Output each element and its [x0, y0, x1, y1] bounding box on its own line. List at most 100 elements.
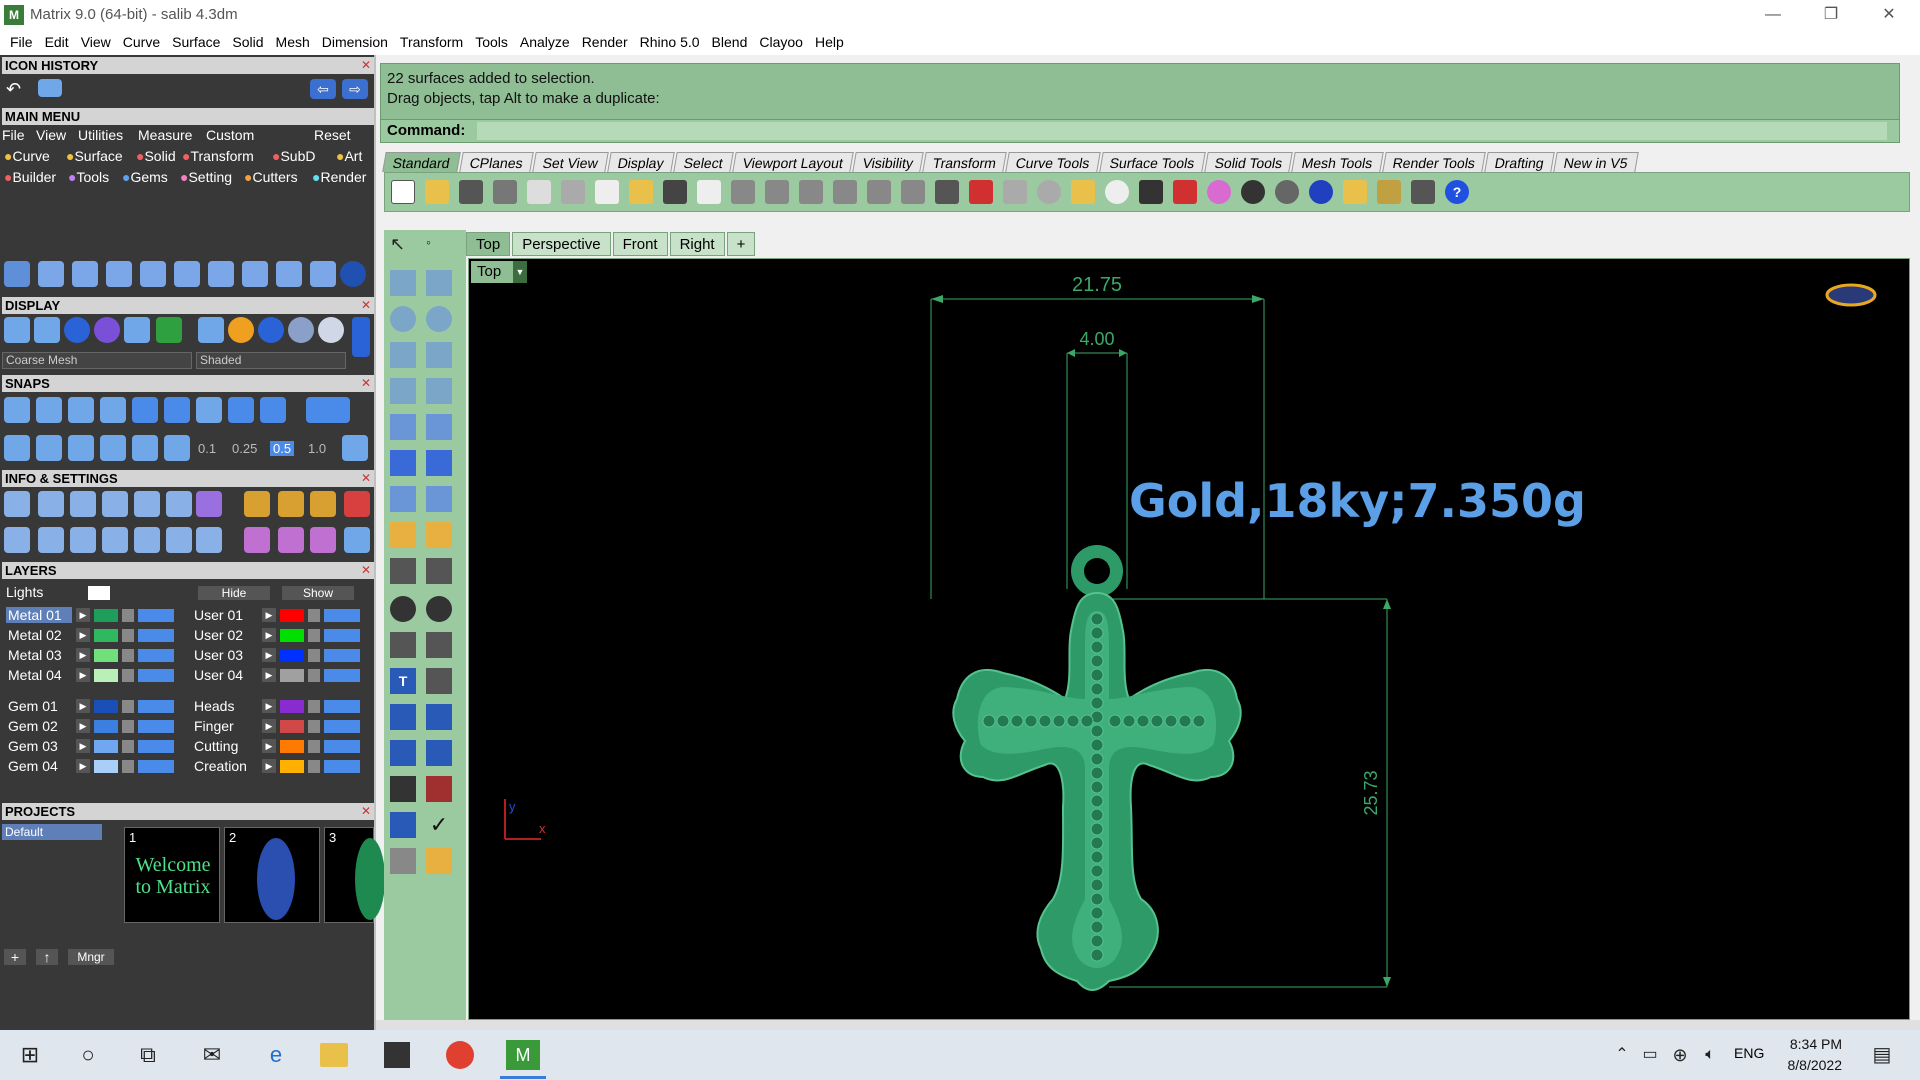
close-icon[interactable]: ✕ [361, 562, 371, 579]
undo-view-icon[interactable] [901, 180, 925, 204]
layer-color-swatch[interactable] [280, 609, 304, 622]
layer-color-swatch[interactable] [94, 740, 118, 753]
snap-quad-icon[interactable] [260, 397, 286, 423]
snap-mid-icon[interactable] [100, 397, 126, 423]
tab-curve-tools[interactable]: Curve Tools [1005, 152, 1101, 172]
ghosted-icon[interactable] [34, 317, 60, 343]
undo-icon[interactable]: ↶ [6, 79, 21, 100]
minimize-button[interactable]: — [1744, 0, 1802, 29]
menu-analyze[interactable]: Analyze [514, 34, 576, 50]
layer-color-swatch[interactable] [280, 649, 304, 662]
person-icon[interactable] [344, 527, 370, 553]
menu-transform[interactable]: Transform [394, 34, 469, 50]
chrome-icon[interactable] [446, 1041, 474, 1069]
orient-icon[interactable] [426, 704, 452, 730]
layer-color-swatch[interactable] [94, 720, 118, 733]
layer-color-swatch[interactable] [280, 740, 304, 753]
layer-visibility-toggle[interactable] [324, 760, 360, 773]
rotate-tool-icon[interactable] [174, 261, 200, 287]
mail-icon[interactable]: ✉ [196, 1039, 228, 1071]
tab-cplanes[interactable]: CPlanes [459, 152, 534, 172]
copy-icon[interactable] [595, 180, 619, 204]
layer-expand-icon[interactable]: ▶ [262, 668, 276, 682]
layer-visibility-toggle[interactable] [138, 669, 174, 682]
layer-expand-icon[interactable]: ▶ [76, 668, 90, 682]
vp-tab-add[interactable]: + [726, 232, 756, 256]
snap-point-icon[interactable] [68, 397, 94, 423]
mm-utilities[interactable]: Utilities [78, 127, 123, 143]
surface-corner-icon[interactable] [390, 414, 416, 440]
mm-setting[interactable]: ●Setting [180, 169, 232, 185]
vp-tab-right[interactable]: Right [669, 232, 725, 256]
layer-visibility-toggle[interactable] [324, 609, 360, 622]
vp-tab-top[interactable]: Top [466, 232, 511, 256]
file-explorer-icon[interactable] [320, 1043, 348, 1067]
layer-visibility-toggle[interactable] [138, 740, 174, 753]
layer-row[interactable]: Gem 04 ▶ [6, 758, 186, 776]
layer-visibility-toggle[interactable] [138, 700, 174, 713]
menu-view[interactable]: View [75, 34, 117, 50]
layer-color-swatch[interactable] [94, 609, 118, 622]
tab-render-tools[interactable]: Render Tools [1381, 152, 1486, 172]
layer-name[interactable]: Creation [192, 758, 258, 774]
layer-visibility-toggle[interactable] [324, 700, 360, 713]
chevron-down-icon[interactable]: ▼ [513, 261, 527, 283]
lock-icon[interactable] [308, 649, 320, 662]
join-icon[interactable] [426, 558, 452, 584]
move-tool-icon[interactable] [140, 261, 166, 287]
layer-name[interactable]: Metal 04 [6, 667, 72, 683]
planar-icon[interactable] [68, 435, 94, 461]
light-icon[interactable] [244, 491, 270, 517]
lock-icon[interactable] [122, 760, 134, 773]
mesh-select[interactable]: Coarse Mesh [2, 352, 192, 369]
mm-reset[interactable]: Reset [314, 127, 351, 143]
scale-tool-icon[interactable] [208, 261, 234, 287]
clock-date[interactable]: 8/8/2022 [1742, 1057, 1843, 1073]
layer-name[interactable]: Gem 02 [6, 718, 72, 734]
lights-color-swatch[interactable] [88, 586, 110, 600]
layout-icon[interactable] [4, 527, 30, 553]
wire-sphere-icon[interactable] [1241, 180, 1265, 204]
silver-material-icon[interactable] [318, 317, 344, 343]
snap-step-025[interactable]: 0.25 [232, 441, 257, 456]
list-icon[interactable] [196, 527, 222, 553]
cplane-icon[interactable] [1037, 180, 1061, 204]
snap-grid-icon[interactable] [342, 435, 368, 461]
check-icon[interactable]: ✓ [426, 812, 452, 838]
layer-row[interactable]: Finger ▶ [192, 718, 372, 736]
mm-view[interactable]: View [36, 127, 66, 143]
snap-toggle-icon[interactable] [306, 397, 350, 423]
lock-icon[interactable] [122, 609, 134, 622]
save-icon[interactable] [459, 180, 483, 204]
box-icon[interactable] [102, 527, 128, 553]
command-input[interactable] [477, 122, 1887, 140]
layer-expand-icon[interactable]: ▶ [262, 608, 276, 622]
scale-icon[interactable] [426, 668, 452, 694]
tab-surface-tools[interactable]: Surface Tools [1099, 152, 1206, 172]
color-wheel-icon[interactable] [1207, 180, 1231, 204]
lock-icon[interactable] [122, 740, 134, 753]
lock-icon[interactable] [122, 700, 134, 713]
layer-name[interactable]: Metal 02 [6, 627, 72, 643]
text-icon[interactable]: T [390, 668, 416, 694]
mm-tools[interactable]: ●Tools [68, 169, 109, 185]
dimension-icon[interactable] [1411, 180, 1435, 204]
task-view-icon[interactable]: ⧉ [132, 1039, 164, 1071]
layer-row[interactable]: User 04 ▶ [192, 667, 372, 685]
new-file-icon[interactable] [391, 180, 415, 204]
layer-color-swatch[interactable] [94, 700, 118, 713]
layer-color-swatch[interactable] [94, 760, 118, 773]
car-gray-icon[interactable] [1003, 180, 1027, 204]
layer-visibility-toggle[interactable] [324, 669, 360, 682]
mm-art[interactable]: ●Art [336, 148, 362, 164]
point-icon[interactable]: ◦ [426, 234, 452, 260]
layer-visibility-toggle[interactable] [324, 629, 360, 642]
rotate-view-icon[interactable] [731, 180, 755, 204]
close-button[interactable]: ✕ [1860, 0, 1918, 29]
box-solid-icon[interactable] [390, 450, 416, 476]
layer-row[interactable]: Cutting ▶ [192, 738, 372, 756]
trim-tool-icon[interactable] [310, 261, 336, 287]
edge-icon[interactable]: e [260, 1039, 292, 1071]
zoom-selected-icon[interactable] [867, 180, 891, 204]
mm-custom[interactable]: Custom [206, 127, 254, 143]
